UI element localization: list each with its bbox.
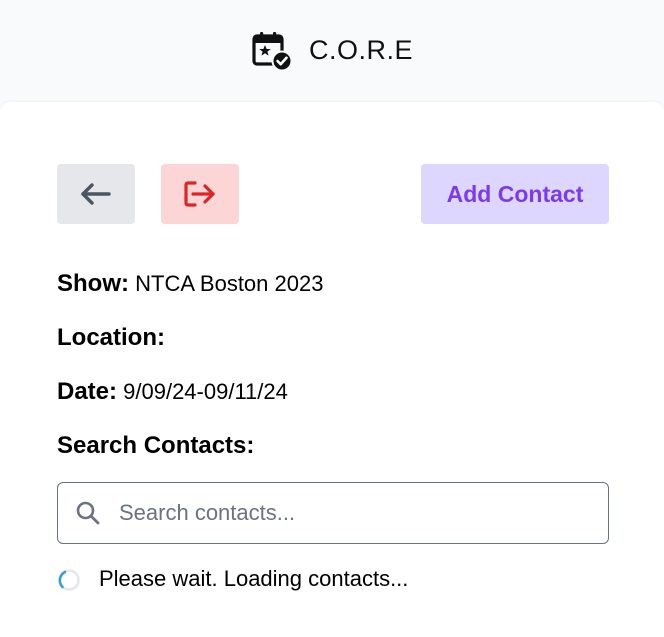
loading-text: Please wait. Loading contacts... (99, 565, 409, 591)
date-label: Date: (57, 378, 118, 405)
show-row: Show: NTCA Boston 2023 (57, 270, 323, 298)
show-value: NTCA Boston 2023 (135, 271, 324, 296)
date-row: Date: 9/09/24-09/11/24 (57, 378, 288, 406)
show-label: Show: (57, 270, 129, 297)
search-icon (76, 501, 100, 525)
logout-icon (184, 181, 215, 207)
location-row: Location: (57, 324, 165, 352)
search-contacts-label-row: Search Contacts: (57, 432, 254, 460)
loading-status: Please wait. Loading contacts... (57, 565, 408, 592)
app-title: C.O.R.E (308, 34, 413, 65)
arrow-left-icon (81, 183, 111, 205)
add-contact-button[interactable]: Add Contact (421, 164, 609, 224)
date-value: 9/09/24-09/11/24 (123, 379, 288, 404)
location-label: Location: (57, 324, 165, 351)
spinner-icon (58, 569, 80, 591)
logout-button[interactable] (161, 164, 239, 224)
search-input[interactable] (119, 500, 589, 526)
search-contacts-label: Search Contacts: (57, 432, 255, 459)
calendar-star-check-icon (252, 32, 293, 72)
search-box[interactable] (57, 482, 609, 544)
app-header: C.O.R.E (0, 0, 664, 104)
main-card: Add Contact Show: NTCA Boston 2023 Locat… (0, 102, 664, 637)
back-button[interactable] (57, 164, 135, 224)
